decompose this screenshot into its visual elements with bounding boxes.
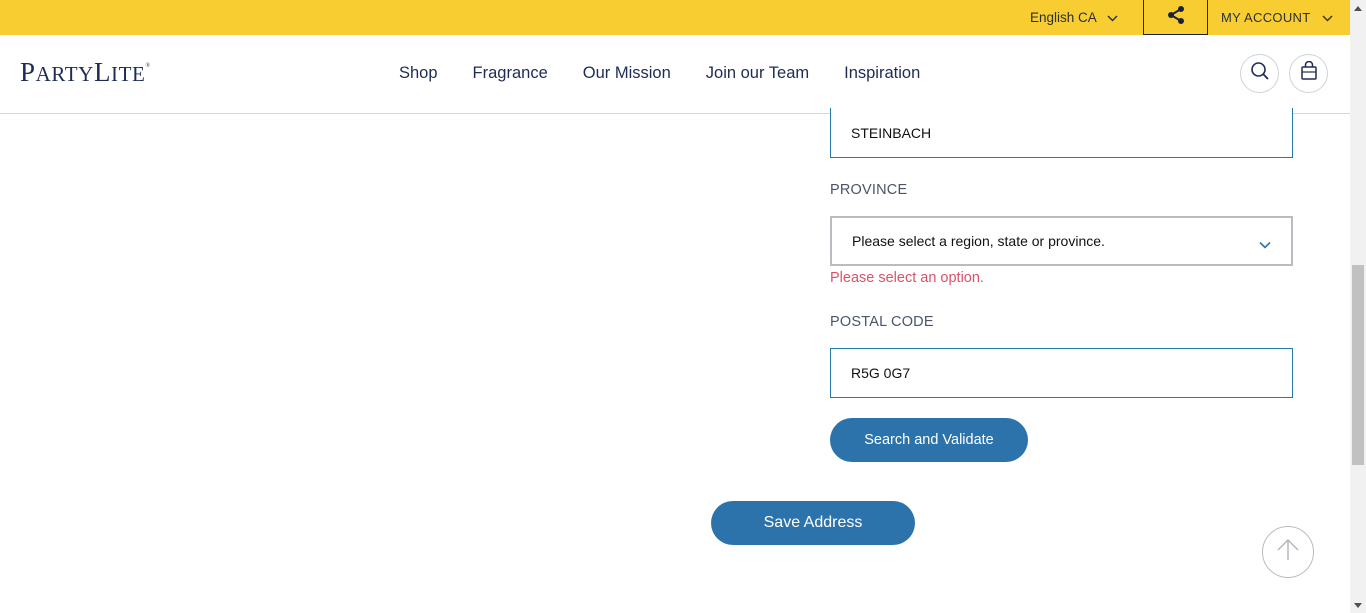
logo-text-party: PARTY: [20, 57, 94, 87]
site-header: PARTYLITE® Shop Fragrance Our Mission Jo…: [0, 35, 1350, 114]
language-selector[interactable]: English CA: [1030, 0, 1118, 35]
search-and-validate-button[interactable]: Search and Validate: [830, 418, 1028, 462]
chevron-down-icon: [1107, 10, 1118, 25]
share-button[interactable]: [1143, 0, 1208, 35]
province-select[interactable]: Please select a region, state or provinc…: [830, 216, 1293, 266]
main-nav: Shop Fragrance Our Mission Join our Team…: [399, 64, 955, 83]
city-field[interactable]: STEINBACH: [830, 108, 1293, 158]
logo-text-lite: LITE: [93, 57, 146, 87]
province-error-message: Please select an option.: [830, 270, 984, 286]
scrollbar-thumb[interactable]: [1352, 265, 1364, 465]
postal-code-label: POSTAL CODE: [830, 314, 934, 330]
shopping-bag-icon: [1300, 60, 1318, 86]
partylite-logo[interactable]: PARTYLITE®: [20, 57, 151, 88]
nav-join-our-team[interactable]: Join our Team: [706, 64, 809, 83]
page-scrollbar[interactable]: [1350, 0, 1366, 613]
back-to-top-button[interactable]: [1262, 526, 1314, 578]
arrow-up-icon: [1275, 537, 1301, 568]
chevron-down-icon: [1259, 236, 1271, 252]
province-label: PROVINCE: [830, 182, 908, 198]
utility-bar: English CA MY ACCOUNT: [0, 0, 1350, 35]
nav-shop[interactable]: Shop: [399, 64, 438, 83]
nav-inspiration[interactable]: Inspiration: [844, 64, 920, 83]
postal-code-value: R5G 0G7: [851, 365, 911, 381]
share-icon: [1166, 5, 1186, 30]
cart-button[interactable]: [1289, 54, 1328, 93]
province-select-value: Please select a region, state or provinc…: [852, 233, 1105, 249]
scroll-down-arrow-icon[interactable]: [1350, 597, 1366, 613]
nav-fragrance[interactable]: Fragrance: [473, 64, 548, 83]
postal-code-field[interactable]: R5G 0G7: [830, 348, 1293, 398]
nav-our-mission[interactable]: Our Mission: [583, 64, 671, 83]
save-address-button[interactable]: Save Address: [711, 501, 915, 545]
my-account-menu[interactable]: MY ACCOUNT: [1221, 0, 1333, 35]
language-label: English CA: [1030, 10, 1097, 25]
city-field-value: STEINBACH: [851, 124, 932, 141]
search-icon: [1250, 61, 1270, 86]
scroll-up-arrow-icon[interactable]: [1350, 0, 1366, 16]
my-account-label: MY ACCOUNT: [1221, 10, 1311, 25]
search-button[interactable]: [1240, 54, 1279, 93]
chevron-down-icon: [1322, 10, 1333, 25]
